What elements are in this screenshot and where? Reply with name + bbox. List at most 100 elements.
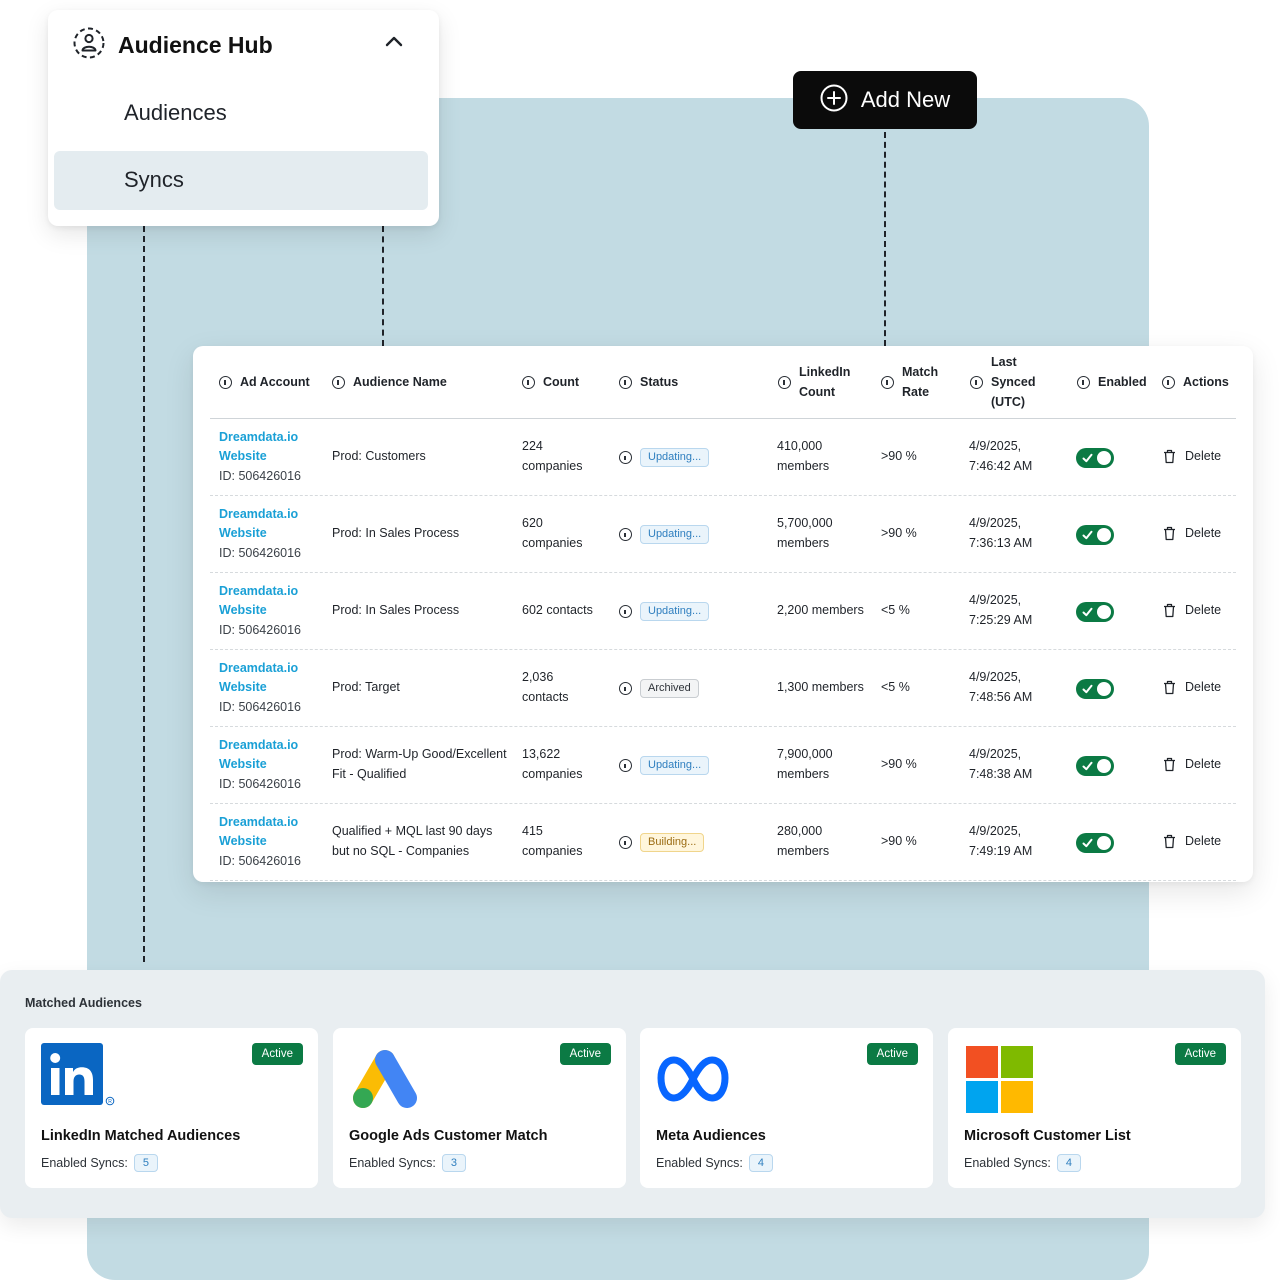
integration-card-linkedin[interactable]: R Active LinkedIn Matched Audiences Enab… bbox=[25, 1028, 318, 1188]
ad-account-link[interactable]: Dreamdata.io bbox=[219, 659, 301, 679]
chevron-up-icon[interactable] bbox=[384, 34, 404, 53]
delete-label: Delete bbox=[1185, 603, 1222, 617]
menu-item-syncs-selected[interactable] bbox=[54, 151, 428, 210]
header-divider bbox=[210, 418, 1236, 419]
status-cell: Updating... bbox=[619, 756, 710, 776]
delete-button[interactable]: Delete bbox=[1163, 834, 1221, 849]
count-cell-line: 224 bbox=[522, 439, 543, 453]
integration-name: Microsoft Customer List bbox=[964, 1128, 1131, 1144]
integration-name: Google Ads Customer Match bbox=[349, 1128, 548, 1144]
delete-button[interactable]: Delete bbox=[1163, 757, 1221, 772]
enabled-toggle[interactable] bbox=[1076, 524, 1114, 545]
ad-account-link[interactable]: Website bbox=[219, 832, 301, 852]
enabled-toggle[interactable] bbox=[1076, 447, 1114, 468]
trash-icon bbox=[1164, 834, 1175, 848]
audience-name-cell: Prod: Customers bbox=[332, 447, 426, 467]
audience-name-cell-line: Prod: In Sales Process bbox=[332, 602, 460, 617]
ad-account-cell: Dreamdata.io Website ID: 506426016 bbox=[219, 428, 301, 487]
linkedin-count-cell: 410,000 members bbox=[777, 437, 829, 476]
column-header-ad-account[interactable]: Ad Account bbox=[219, 346, 310, 418]
status-cell: Updating... bbox=[619, 525, 710, 545]
info-icon[interactable] bbox=[619, 605, 632, 618]
row-divider bbox=[210, 495, 1236, 496]
plus-circle-icon bbox=[820, 84, 848, 117]
status-badge: Active bbox=[251, 1043, 303, 1065]
last-synced-cell-line: 4/9/2025, bbox=[969, 516, 1022, 530]
column-header-audience-name[interactable]: Audience Name bbox=[332, 346, 447, 418]
enabled-toggle[interactable] bbox=[1076, 755, 1114, 776]
audience-name-cell-line: Prod: In Sales Process bbox=[332, 525, 460, 540]
column-header-line: Status bbox=[640, 375, 679, 389]
integration-card-microsoft[interactable]: Active Microsoft Customer List Enabled S… bbox=[948, 1028, 1241, 1188]
info-icon[interactable] bbox=[619, 375, 632, 389]
column-header-label: Enabled bbox=[1098, 372, 1147, 392]
delete-button[interactable]: Delete bbox=[1163, 449, 1221, 464]
info-icon[interactable] bbox=[619, 759, 632, 772]
enabled-toggle[interactable] bbox=[1076, 678, 1114, 699]
enabled-toggle[interactable] bbox=[1076, 601, 1114, 622]
row-divider bbox=[210, 803, 1236, 804]
info-icon[interactable] bbox=[619, 451, 632, 464]
column-header-last-synced[interactable]: Last Synced (UTC) bbox=[970, 346, 1035, 418]
ad-account-link[interactable]: Website bbox=[219, 524, 301, 544]
ad-account-link[interactable]: Website bbox=[219, 755, 301, 775]
column-header-actions[interactable]: Actions bbox=[1162, 346, 1229, 418]
last-synced-cell: 4/9/2025, 7:48:56 AM bbox=[969, 668, 1032, 707]
status-cell: Updating... bbox=[619, 448, 710, 468]
ad-account-link[interactable]: Website bbox=[219, 678, 301, 698]
integration-card-meta[interactable]: Active Meta Audiences Enabled Syncs: 4 bbox=[640, 1028, 933, 1188]
integration-card-google-ads[interactable]: Active Google Ads Customer Match Enabled… bbox=[333, 1028, 626, 1188]
info-icon[interactable] bbox=[619, 682, 632, 695]
enabled-syncs: Enabled Syncs: 5 bbox=[41, 1154, 158, 1172]
delete-button[interactable]: Delete bbox=[1163, 680, 1221, 695]
column-header-linkedin-count[interactable]: LinkedIn Count bbox=[778, 346, 850, 418]
info-icon[interactable] bbox=[619, 528, 632, 541]
ad-account-id: ID: 506426016 bbox=[219, 622, 302, 637]
audience-name-cell-line: Prod: Customers bbox=[332, 448, 426, 463]
linkedin-logo-icon: R bbox=[41, 1043, 117, 1112]
add-new-button[interactable]: Add New bbox=[793, 71, 977, 129]
column-header-enabled[interactable]: Enabled bbox=[1077, 346, 1147, 418]
match-rate-cell: >90 % bbox=[881, 525, 917, 540]
column-header-status[interactable]: Status bbox=[619, 346, 678, 418]
ad-account-link[interactable]: Dreamdata.io bbox=[219, 428, 301, 448]
meta-logo-icon bbox=[656, 1054, 730, 1109]
ad-account-link[interactable]: Dreamdata.io bbox=[219, 813, 301, 833]
audience-name-cell-line: Prod: Warm-Up Good/Excellent bbox=[332, 747, 507, 761]
status-badge: Archived bbox=[640, 679, 699, 698]
menu-item-audiences[interactable]: Audiences bbox=[124, 100, 227, 126]
info-icon[interactable] bbox=[219, 375, 232, 389]
enabled-toggle[interactable] bbox=[1076, 832, 1114, 853]
ad-account-link[interactable]: Website bbox=[219, 601, 301, 621]
status-badge: Active bbox=[1174, 1043, 1226, 1065]
column-header-label: Audience Name bbox=[353, 372, 447, 392]
audience-hub-header[interactable]: Audience Hub bbox=[72, 26, 273, 65]
info-icon[interactable] bbox=[332, 375, 345, 389]
info-icon[interactable] bbox=[1162, 375, 1175, 389]
last-synced-cell-line: 4/9/2025, bbox=[969, 439, 1022, 453]
info-icon[interactable] bbox=[778, 375, 791, 389]
info-icon[interactable] bbox=[970, 375, 983, 389]
check-icon bbox=[1082, 530, 1093, 539]
ad-account-link[interactable]: Dreamdata.io bbox=[219, 736, 301, 756]
ad-account-link[interactable]: Website bbox=[219, 447, 301, 467]
info-icon[interactable] bbox=[619, 836, 632, 849]
column-header-match-rate[interactable]: Match Rate bbox=[881, 346, 938, 418]
delete-button[interactable]: Delete bbox=[1163, 603, 1221, 618]
last-synced-cell-line: 4/9/2025, bbox=[969, 670, 1022, 684]
column-header-count[interactable]: Count bbox=[522, 346, 579, 418]
check-icon bbox=[1082, 607, 1093, 616]
last-synced-cell-line: 4/9/2025, bbox=[969, 593, 1022, 607]
last-synced-cell: 4/9/2025, 7:48:38 AM bbox=[969, 745, 1032, 784]
ad-account-link[interactable]: Dreamdata.io bbox=[219, 505, 301, 525]
info-icon[interactable] bbox=[1077, 375, 1090, 389]
info-icon[interactable] bbox=[522, 375, 535, 389]
info-icon[interactable] bbox=[881, 375, 894, 389]
check-icon bbox=[1082, 453, 1093, 462]
trash-icon bbox=[1164, 757, 1175, 771]
audience-name-cell-line: Qualified + MQL last 90 days bbox=[332, 824, 493, 838]
last-synced-cell: 4/9/2025, 7:46:42 AM bbox=[969, 437, 1032, 476]
menu-item-syncs[interactable]: Syncs bbox=[124, 167, 184, 193]
delete-button[interactable]: Delete bbox=[1163, 526, 1221, 541]
ad-account-link[interactable]: Dreamdata.io bbox=[219, 582, 301, 602]
